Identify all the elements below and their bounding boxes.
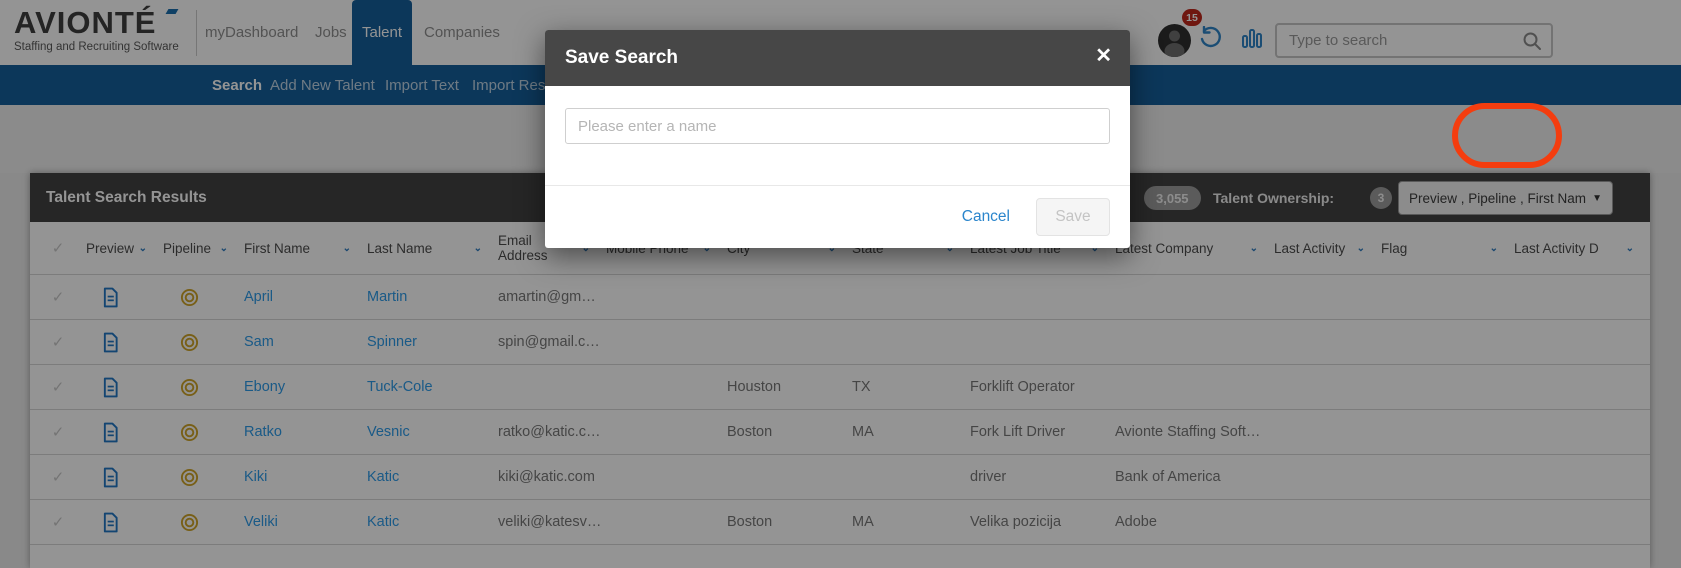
save-search-modal: Save Search ✕ Cancel Save (545, 30, 1130, 248)
search-name-input[interactable] (565, 108, 1110, 144)
modal-footer: Cancel Save (545, 186, 1130, 248)
close-icon[interactable]: ✕ (1095, 46, 1112, 66)
modal-header: Save Search ✕ (545, 30, 1130, 86)
save-button[interactable]: Save (1036, 198, 1110, 236)
cancel-button[interactable]: Cancel (962, 208, 1010, 226)
modal-title: Save Search (565, 47, 678, 69)
